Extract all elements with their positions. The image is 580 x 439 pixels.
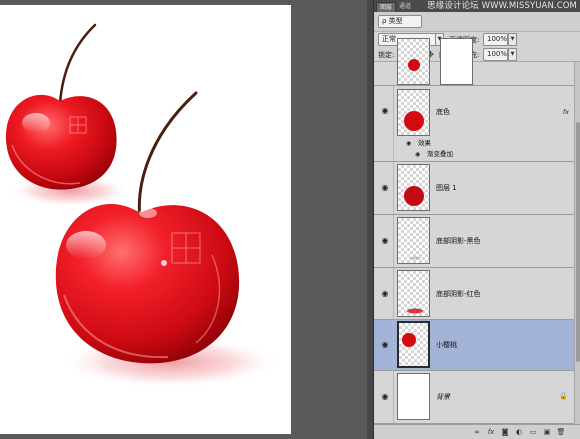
fx-icon[interactable]: fx (486, 427, 496, 437)
layers-scrollbar[interactable] (574, 62, 580, 424)
cherry-artwork (5, 23, 280, 388)
gradient-overlay-label: 渐变叠加 (427, 150, 453, 158)
folder-icon[interactable]: ▭ (528, 427, 538, 437)
tab-channels[interactable]: 通道 (396, 2, 414, 12)
eye-icon[interactable]: ◉ (380, 289, 390, 299)
layer-thumbnail (397, 217, 430, 264)
small-cherry (5, 94, 117, 190)
fill-dropdown-icon[interactable]: ▼ (508, 48, 517, 61)
layer-name: 小樱桃 (436, 341, 457, 349)
layer-row[interactable]: ◉ 底部阴影-黑色 (374, 215, 574, 268)
layer-mask-thumbnail (440, 38, 473, 85)
layer-thumbnail (397, 164, 430, 211)
layer-thumbnail (397, 270, 430, 317)
layer-row-partial[interactable] (374, 38, 574, 86)
tab-layers[interactable]: 图层 (376, 2, 397, 12)
layer-thumbnail (397, 89, 430, 136)
layer-name: 图层 1 (436, 184, 457, 192)
trash-icon[interactable]: 🗑 (556, 427, 566, 437)
eye-icon[interactable]: ◉ (415, 151, 420, 158)
eye-icon[interactable]: ◉ (380, 106, 390, 116)
layer-row[interactable]: ◉ 图层 1 (374, 162, 574, 215)
lock-icon: 🔒 (559, 392, 568, 400)
layer-row-background[interactable]: ◉ 背景 🔒 (374, 371, 574, 424)
panel-header: 图层 通道 思缘设计论坛 WWW.MISSYUAN.COM (374, 0, 580, 12)
panel-footer: ∞ fx ◙ ◐ ▭ ▣ 🗑 (374, 424, 580, 439)
opacity-input[interactable]: 100% (483, 33, 508, 46)
new-layer-icon[interactable]: ▣ (542, 427, 552, 437)
layer-name: 底部阴影-红色 (436, 290, 481, 298)
mask-icon[interactable]: ◙ (500, 427, 510, 437)
layer-name: 底色 (436, 108, 450, 116)
fill-input[interactable]: 100% (483, 48, 508, 61)
fx-icon[interactable]: fx (563, 108, 569, 116)
eye-icon[interactable]: ◉ (380, 183, 390, 193)
eye-icon[interactable]: ◉ (406, 140, 411, 147)
link-icon[interactable]: ∞ (472, 427, 482, 437)
document-canvas[interactable] (0, 5, 291, 434)
layer-thumbnail (397, 38, 430, 85)
canvas-workspace (0, 0, 373, 439)
scrollbar-thumb[interactable] (576, 122, 580, 362)
eye-icon[interactable]: ◉ (380, 392, 390, 402)
lock-label: 锁定: (378, 51, 395, 59)
eye-icon[interactable]: ◉ (380, 340, 390, 350)
site-watermark: 思缘设计论坛 WWW.MISSYUAN.COM (427, 1, 577, 11)
photoshop-window: 图层 通道 思缘设计论坛 WWW.MISSYUAN.COM ρ 类型 正常 ▼ … (0, 0, 580, 439)
adjustment-icon[interactable]: ◐ (514, 427, 524, 437)
big-cherry (55, 203, 240, 364)
layer-thumbnail (397, 321, 430, 368)
layer-row-selected[interactable]: ◉ 小樱桃 (374, 320, 574, 371)
filter-kind-select[interactable]: ρ 类型 (378, 15, 422, 28)
effects-label: 效果 (418, 139, 431, 147)
layer-row[interactable]: ◉ 底部阴影-红色 (374, 268, 574, 320)
layer-filter-row: ρ 类型 (374, 12, 580, 32)
layers-panel: 图层 通道 思缘设计论坛 WWW.MISSYUAN.COM ρ 类型 正常 ▼ … (373, 0, 580, 439)
layer-name: 背景 (436, 393, 450, 401)
layer-thumbnail (397, 373, 430, 420)
eye-icon[interactable]: ◉ (380, 236, 390, 246)
layer-name: 底部阴影-黑色 (436, 237, 481, 245)
layer-row[interactable]: ◉ 底色 fx ◉ 效果 ◉ 渐变叠加 (374, 86, 574, 162)
opacity-dropdown-icon[interactable]: ▼ (508, 33, 517, 46)
